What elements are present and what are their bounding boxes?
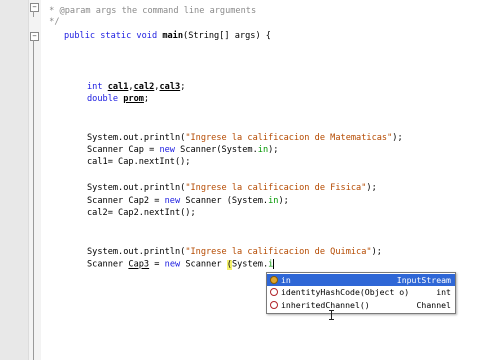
- mouse-ibeam-cursor: [329, 310, 334, 320]
- method-icon: [270, 301, 278, 309]
- fold-guide: [33, 40, 34, 360]
- fold-guide: [33, 11, 34, 17]
- code-line-current[interactable]: Scanner Cap3 = new Scanner (System.i: [87, 259, 275, 271]
- code-line: Scanner Cap2 = new Scanner (System.in);: [87, 196, 289, 206]
- code-line: System.out.println("Ingrese la calificac…: [87, 133, 403, 143]
- code-line: public static void main(String[] args) {: [64, 31, 271, 41]
- code-line: */: [44, 17, 60, 27]
- fold-collapse-icon[interactable]: −: [30, 3, 39, 12]
- autocomplete-item[interactable]: identityHashCode(Object o) int: [267, 286, 455, 298]
- text-caret: [273, 259, 275, 269]
- code-line: Scanner Cap = new Scanner(System.in);: [87, 145, 279, 155]
- code-line: int cal1,cal2,cal3;: [87, 82, 186, 92]
- autocomplete-popup[interactable]: in InputStream identityHashCode(Object o…: [266, 272, 456, 314]
- fold-collapse-icon[interactable]: −: [30, 32, 39, 41]
- code-line: cal2= Cap2.nextInt();: [87, 208, 196, 218]
- method-icon: [270, 288, 278, 296]
- field-icon: [270, 276, 278, 284]
- code-line: System.out.println("Ingrese la calificac…: [87, 247, 382, 257]
- code-line: cal1= Cap.nextInt();: [87, 157, 191, 167]
- fold-strip: [28, 0, 41, 360]
- code-line: * @param args the command line arguments: [44, 6, 257, 16]
- autocomplete-item[interactable]: in InputStream: [267, 274, 455, 286]
- code-line: double prom;: [87, 94, 150, 104]
- code-line: System.out.println("Ingrese la calificac…: [87, 183, 377, 193]
- line-number-gutter: [0, 0, 28, 360]
- code-editor[interactable]: − − * @param args the command line argum…: [0, 0, 480, 360]
- autocomplete-item[interactable]: inheritedChannel() Channel: [267, 299, 455, 311]
